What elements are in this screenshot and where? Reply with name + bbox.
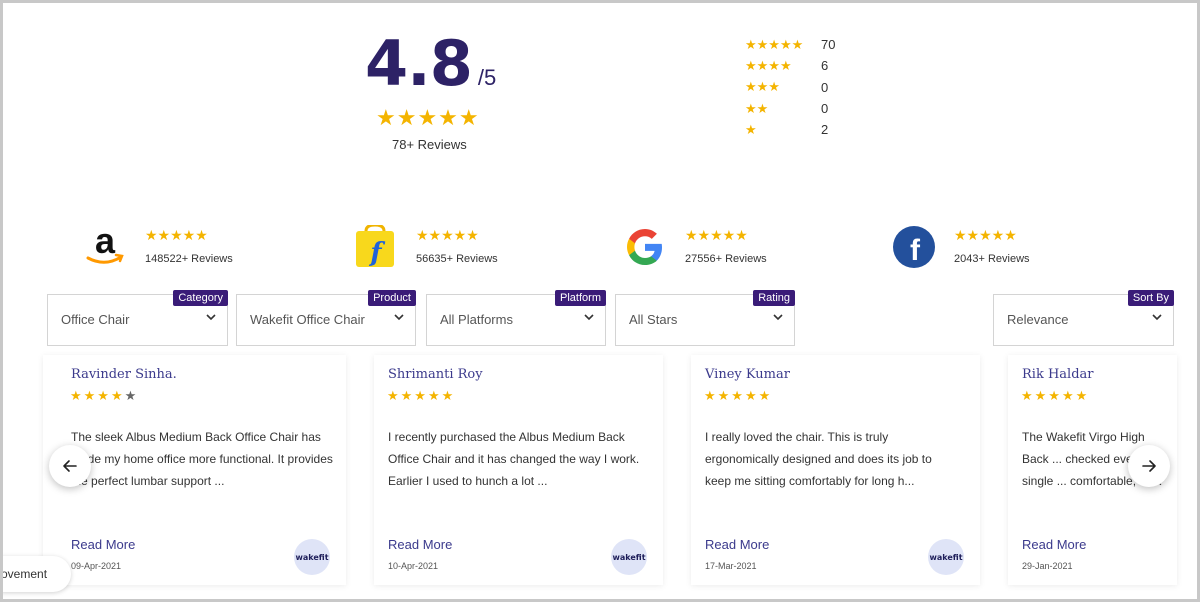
reviewer-name: Rik Haldar: [1022, 367, 1094, 382]
filter-tag: Category: [173, 290, 228, 306]
filter-tag: Rating: [753, 290, 795, 306]
filter-tag: Platform: [555, 290, 606, 306]
platform-stars: ★★★★★: [954, 227, 1017, 243]
rating-filter[interactable]: Rating All Stars: [615, 290, 795, 346]
platform-review-count: 2043+ Reviews: [954, 253, 1030, 265]
platform-stars: ★★★★★: [145, 227, 208, 243]
filled-stars: ★★★★★: [1021, 388, 1090, 403]
platform-facebook[interactable]: f ★★★★★ 2043+ Reviews: [892, 225, 1092, 271]
filter-value: All Platforms: [440, 312, 513, 327]
breakdown-count: 0: [821, 101, 829, 117]
reviewer-name: Viney Kumar: [705, 367, 790, 382]
wakefit-badge: wakefit: [611, 539, 647, 575]
filter-value: Wakefit Office Chair: [250, 312, 365, 327]
svg-text:f: f: [910, 234, 921, 267]
filled-stars: ★★★★★: [387, 388, 456, 403]
carousel-prev-button[interactable]: [49, 445, 91, 487]
overall-stars: ★★★★★: [376, 105, 480, 130]
overall-review-count: 78+ Reviews: [392, 137, 467, 152]
platform-review-count: 56635+ Reviews: [416, 253, 498, 265]
review-text: The sleek Albus Medium Back Office Chair…: [71, 430, 333, 488]
platform-stars: ★★★★★: [416, 227, 479, 243]
score-value: 4.8: [365, 27, 473, 100]
breakdown-stars: ★★★: [745, 79, 780, 95]
svg-text:a: a: [95, 225, 116, 261]
platform-amazon[interactable]: a ★★★★★ 148522+ Reviews: [83, 220, 283, 271]
category-filter[interactable]: Category Office Chair: [47, 290, 228, 346]
floating-side-tab[interactable]: ovement: [1, 556, 71, 592]
overall-score: 4.8/5: [365, 27, 496, 100]
google-logo: [623, 225, 667, 269]
empty-stars: ★: [124, 388, 139, 403]
review-card: Viney Kumar ★★★★★ I really loved the cha…: [691, 355, 980, 585]
breakdown-stars: ★★★★★: [745, 36, 804, 52]
carousel-next-button[interactable]: [1128, 445, 1170, 487]
read-more-link[interactable]: Read More: [71, 537, 135, 552]
rating-breakdown: ★★★★★ 70 ★★★★ 6 ★★★ 0 ★★ 0 ★ 2: [745, 34, 835, 140]
breakdown-row-3[interactable]: ★★★ 0: [745, 77, 835, 98]
breakdown-row-5[interactable]: ★★★★★ 70: [745, 34, 835, 55]
platform-google[interactable]: ★★★★★ 27556+ Reviews: [623, 225, 823, 271]
amazon-logo: a: [83, 220, 127, 269]
filter-value: Office Chair: [61, 312, 130, 327]
review-date: 29-Jan-2021: [1022, 561, 1073, 571]
breakdown-row-4[interactable]: ★★★★ 6: [745, 55, 835, 76]
wakefit-badge: wakefit: [294, 539, 330, 575]
platform-stars: ★★★★★: [685, 227, 748, 243]
breakdown-stars: ★: [745, 121, 757, 137]
review-text: I recently purchased the Albus Medium Ba…: [388, 430, 640, 488]
breakdown-row-2[interactable]: ★★ 0: [745, 98, 835, 119]
breakdown-count: 2: [821, 122, 829, 138]
filter-value: All Stars: [629, 312, 678, 327]
read-more-link[interactable]: Read More: [1022, 537, 1086, 552]
chevron-down-icon: [773, 314, 783, 321]
reviewer-name: Ravinder Sinha.: [71, 367, 177, 382]
sort-filter[interactable]: Sort By Relevance: [993, 290, 1174, 346]
review-stars: ★★★★★: [70, 388, 138, 404]
breakdown-count: 0: [821, 79, 829, 95]
review-stars: ★★★★★: [387, 388, 455, 404]
breakdown-stars: ★★: [745, 100, 769, 116]
filter-tag: Product: [368, 290, 416, 306]
arrow-right-icon: [1142, 460, 1156, 472]
review-date: 17-Mar-2021: [705, 561, 757, 571]
platform-flipkart[interactable]: f ★★★★★ 56635+ Reviews: [354, 223, 554, 271]
review-date: 09-Apr-2021: [71, 561, 122, 571]
platform-review-count: 27556+ Reviews: [685, 253, 767, 265]
read-more-link[interactable]: Read More: [388, 537, 452, 552]
review-stars: ★★★★★: [704, 388, 772, 404]
filled-stars: ★★★★: [70, 388, 125, 403]
breakdown-stars: ★★★★: [745, 57, 792, 73]
chevron-down-icon: [584, 314, 594, 321]
score-denominator: /5: [477, 65, 497, 90]
filter-tag: Sort By: [1127, 290, 1174, 306]
filter-value: Relevance: [1007, 312, 1069, 327]
breakdown-row-1[interactable]: ★ 2: [745, 119, 835, 140]
product-filter[interactable]: Product Wakefit Office Chair: [236, 290, 416, 346]
platform-filter[interactable]: Platform All Platforms: [426, 290, 606, 346]
wakefit-badge: wakefit: [928, 539, 964, 575]
reviewer-name: Shrimanti Roy: [388, 367, 483, 382]
facebook-logo: f: [892, 225, 936, 269]
read-more-link[interactable]: Read More: [705, 537, 769, 552]
reviews-widget: 4.8/5 ★★★★★ 78+ Reviews ★★★★★ 70 ★★★★ 6 …: [0, 0, 1200, 602]
chevron-down-icon: [206, 314, 216, 321]
breakdown-count: 70: [821, 37, 836, 53]
breakdown-count: 6: [821, 58, 829, 74]
filled-stars: ★★★★★: [704, 388, 773, 403]
chevron-down-icon: [1152, 314, 1162, 321]
floating-tab-label: ovement: [1, 567, 48, 581]
arrow-left-icon: [63, 460, 77, 472]
review-date: 10-Apr-2021: [388, 561, 439, 571]
review-stars: ★★★★★: [1021, 388, 1089, 404]
review-card: Shrimanti Roy ★★★★★ I recently purchased…: [374, 355, 663, 585]
flipkart-logo: f: [354, 223, 398, 269]
chevron-down-icon: [394, 314, 404, 321]
review-text: I really loved the chair. This is truly …: [705, 430, 932, 488]
platform-review-count: 148522+ Reviews: [145, 253, 233, 265]
